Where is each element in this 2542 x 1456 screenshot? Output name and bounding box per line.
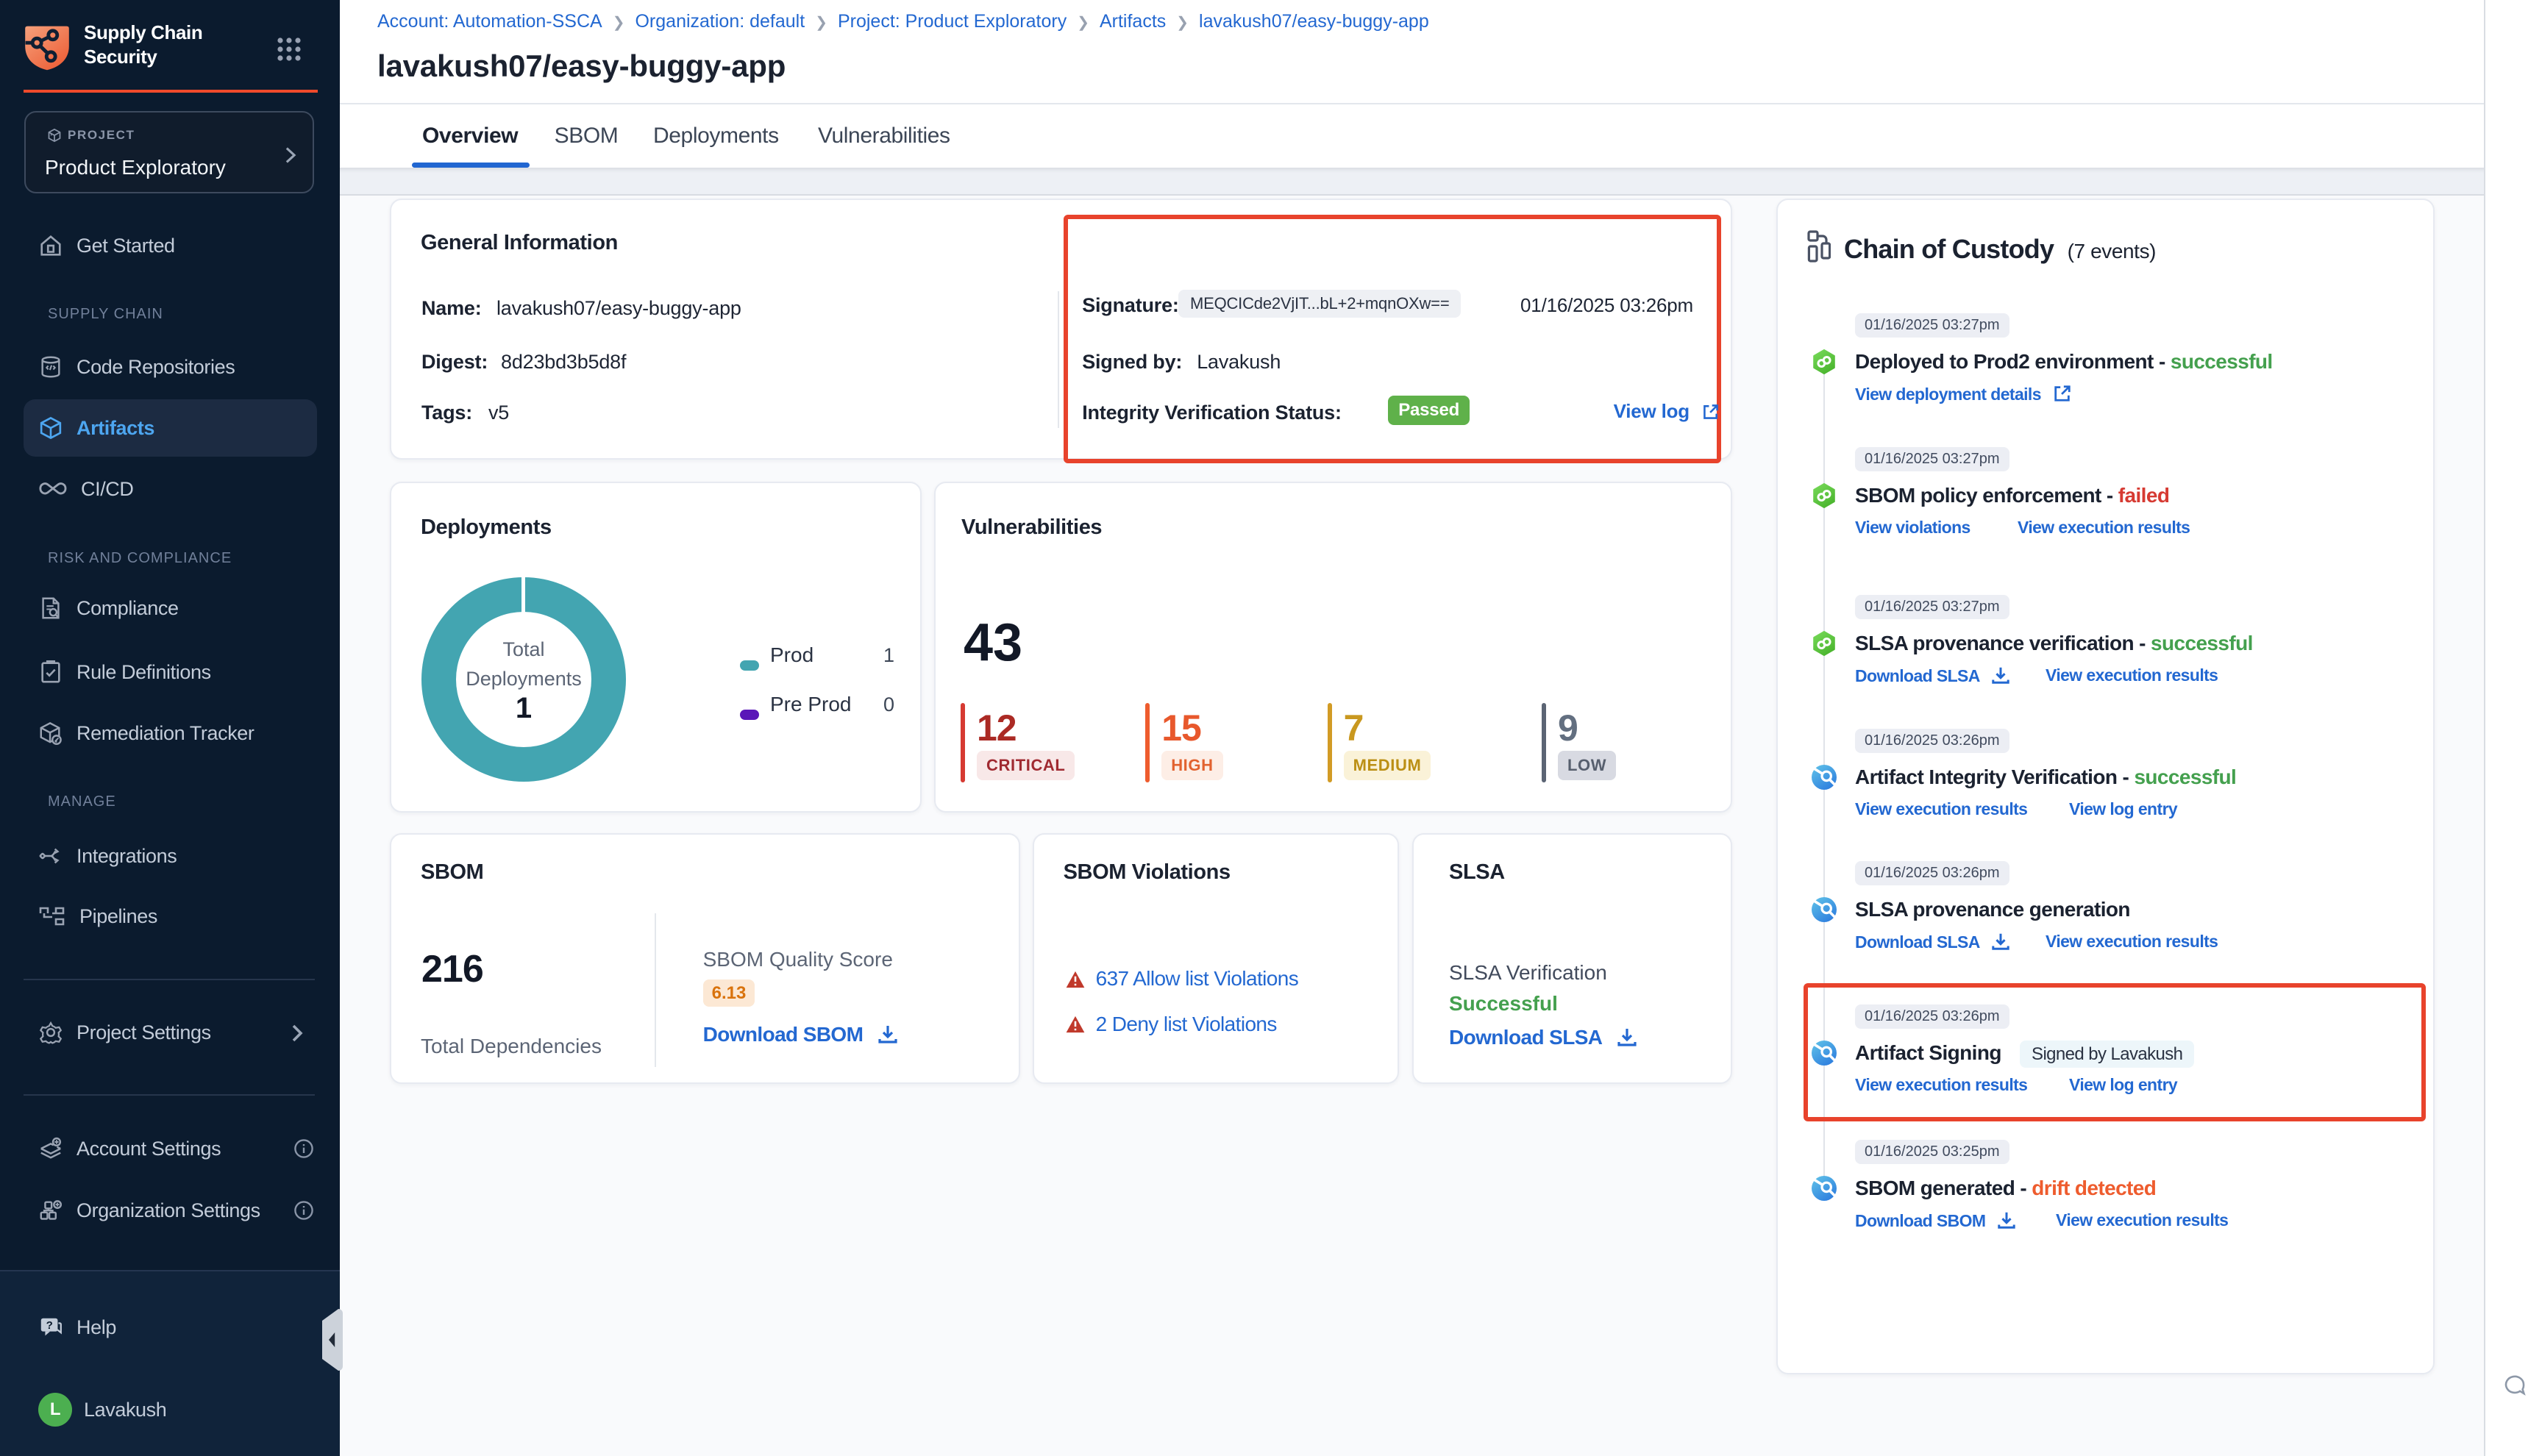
svg-text:?: ?	[46, 1319, 53, 1332]
